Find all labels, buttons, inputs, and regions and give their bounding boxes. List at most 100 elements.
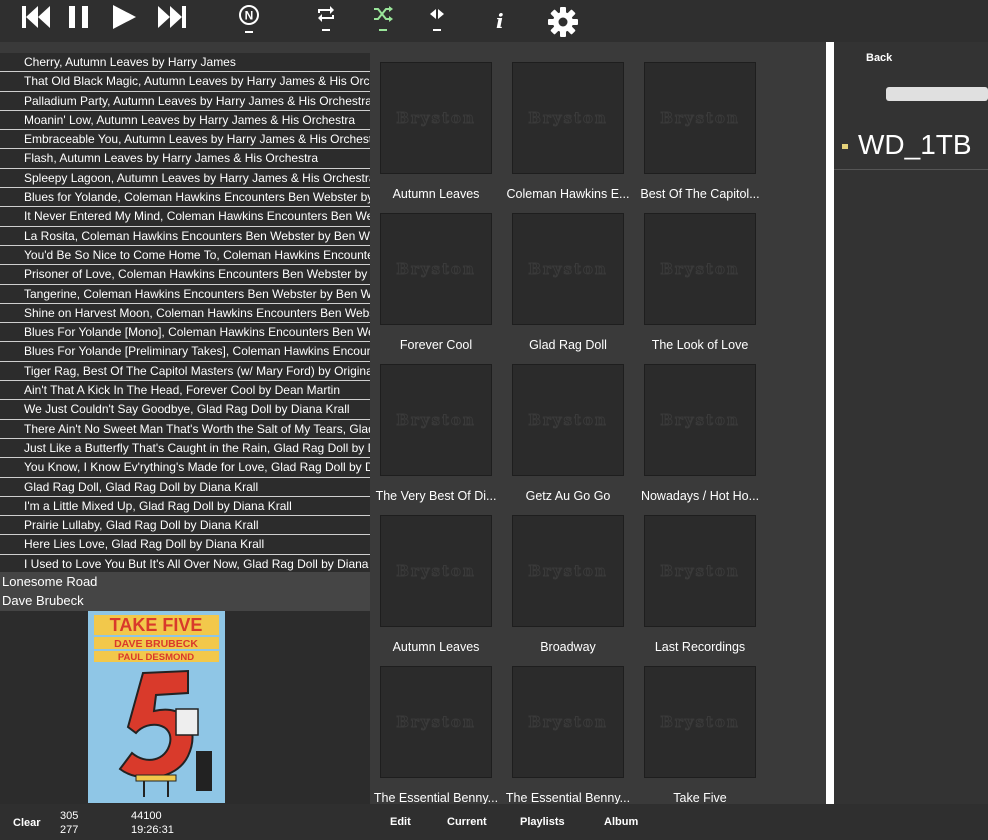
playlist-item[interactable]: Moanin' Low, Autumn Leaves by Harry Jame… [0, 111, 370, 131]
album-title[interactable]: The Essential Benny... [370, 791, 504, 804]
shuffle-toggle[interactable] [372, 4, 394, 38]
drive-item[interactable]: WD_1TB [842, 128, 972, 162]
clock-time: 19:26:31 [131, 824, 174, 836]
album-tile[interactable]: Bryston The Essential Benny... [502, 646, 634, 804]
album-thumbnail[interactable]: Bryston [512, 364, 624, 476]
normalize-toggle[interactable]: N [238, 4, 260, 38]
playlist-item[interactable]: Cherry, Autumn Leaves by Harry James [0, 53, 370, 73]
playlist-item[interactable]: Just Like a Butterfly That's Caught in t… [0, 439, 370, 459]
album-thumbnail[interactable]: Bryston [512, 666, 624, 778]
track-count-remaining: 277 [60, 824, 79, 836]
playlist-item[interactable]: It Never Entered My Mind, Coleman Hawkin… [0, 207, 370, 227]
playlist-item[interactable]: That Old Black Magic, Autumn Leaves by H… [0, 72, 370, 92]
tab-edit[interactable]: Edit [390, 816, 411, 828]
album-thumbnail[interactable]: Bryston [380, 364, 492, 476]
playlist-item[interactable]: Blues For Yolande [Mono], Coleman Hawkin… [0, 323, 370, 343]
playlist-item[interactable]: You Know, I Know Ev'rything's Made for L… [0, 458, 370, 478]
album-tile[interactable]: Bryston Best Of The Capitol... [634, 42, 766, 201]
album-tile[interactable]: Bryston The Very Best Of Di... [370, 344, 502, 503]
normalize-indicator [245, 31, 253, 33]
placeholder-logo: Bryston [528, 713, 608, 732]
playlist-item[interactable]: You'd Be So Nice to Come Home To, Colema… [0, 246, 370, 266]
album-thumbnail[interactable]: Bryston [512, 515, 624, 627]
playlist-item[interactable]: Palladium Party, Autumn Leaves by Harry … [0, 92, 370, 111]
playlist-item[interactable]: Blues for Yolande, Coleman Hawkins Encou… [0, 188, 370, 208]
playlist-item[interactable]: Shine on Harvest Moon, Coleman Hawkins E… [0, 304, 370, 324]
album-tile[interactable]: Bryston Broadway [502, 495, 634, 654]
clear-button[interactable]: Clear [13, 817, 41, 829]
drive-separator [834, 169, 988, 170]
placeholder-logo: Bryston [396, 713, 476, 732]
album-tile[interactable]: Bryston Glad Rag Doll [502, 193, 634, 352]
album-title[interactable]: The Essential Benny... [500, 791, 636, 804]
placeholder-logo: Bryston [660, 411, 740, 430]
album-tile[interactable]: Bryston Nowadays / Hot Ho... [634, 344, 766, 503]
playlist-item[interactable]: Embraceable You, Autumn Leaves by Harry … [0, 130, 370, 150]
placeholder-logo: Bryston [396, 109, 476, 128]
panel-divider[interactable] [826, 42, 834, 804]
pause-button[interactable] [66, 4, 92, 38]
back-button[interactable]: Back [866, 52, 892, 64]
now-playing-title: Lonesome Road [0, 572, 370, 592]
playlist-item[interactable]: Blues For Yolande [Preliminary Takes], C… [0, 342, 370, 362]
album-tile[interactable]: Bryston Autumn Leaves [370, 495, 502, 654]
pause-icon [69, 6, 88, 28]
album-tile[interactable]: Bryston Getz Au Go Go [502, 344, 634, 503]
toolbar: N i [0, 0, 988, 42]
album-thumbnail[interactable]: Bryston [380, 62, 492, 174]
repeat-icon [318, 6, 334, 22]
playlist-item[interactable]: La Rosita, Coleman Hawkins Encounters Be… [0, 227, 370, 246]
placeholder-logo: Bryston [660, 260, 740, 279]
playlist-item[interactable]: Glad Rag Doll, Glad Rag Doll by Diana Kr… [0, 478, 370, 497]
playlist-item[interactable]: Prairie Lullaby, Glad Rag Doll by Diana … [0, 516, 370, 536]
album-tile[interactable]: Bryston Autumn Leaves [370, 42, 502, 201]
previous-track-button[interactable] [20, 4, 52, 38]
normalize-icon: N [239, 5, 259, 25]
playlist-item[interactable]: Tangerine, Coleman Hawkins Encounters Be… [0, 285, 370, 304]
album-thumbnail[interactable]: Bryston [380, 515, 492, 627]
repeat-toggle[interactable] [316, 4, 336, 38]
next-track-icon [158, 6, 186, 28]
album-tile[interactable]: Bryston Forever Cool [370, 193, 502, 352]
tab-current[interactable]: Current [447, 816, 487, 828]
play-button[interactable] [110, 4, 138, 38]
playlist-item[interactable]: I'm a Little Mixed Up, Glad Rag Doll by … [0, 497, 370, 517]
playlist-item[interactable]: There Ain't No Sweet Man That's Worth th… [0, 420, 370, 439]
playlist-item[interactable]: Spleepy Lagoon, Autumn Leaves by Harry J… [0, 169, 370, 189]
tab-album[interactable]: Album [604, 816, 638, 828]
album-thumbnail[interactable]: Bryston [512, 62, 624, 174]
playlist-item[interactable]: Flash, Autumn Leaves by Harry James & Hi… [0, 149, 370, 169]
album-thumbnail[interactable]: Bryston [380, 213, 492, 325]
drive-label: WD_1TB [858, 129, 972, 160]
playlist-item[interactable]: Ain't That A Kick In The Head, Forever C… [0, 381, 370, 401]
album-title[interactable]: Take Five [632, 791, 768, 804]
placeholder-logo: Bryston [396, 411, 476, 430]
playlist-item[interactable]: I Used to Love You But It's All Over Now… [0, 555, 370, 573]
playlist-item[interactable]: Tiger Rag, Best Of The Capitol Masters (… [0, 362, 370, 382]
album-thumbnail[interactable]: Bryston [644, 364, 756, 476]
playlist-item[interactable]: Here Lies Love, Glad Rag Doll by Diana K… [0, 535, 370, 555]
info-button[interactable]: i [496, 9, 504, 43]
album-art-title: TAKE FIVE [110, 615, 203, 635]
sample-rate: 44100 [131, 810, 162, 822]
path-bar [886, 87, 988, 101]
playlist-item[interactable]: Prisoner of Love, Coleman Hawkins Encoun… [0, 265, 370, 285]
settings-button[interactable] [547, 6, 579, 40]
album-thumbnail[interactable]: Bryston [644, 666, 756, 778]
album-thumbnail[interactable]: Bryston [644, 213, 756, 325]
album-tile[interactable]: Bryston Take Five [634, 646, 766, 804]
album-tile[interactable]: Bryston Coleman Hawkins E... [502, 42, 634, 201]
album-tile[interactable]: Bryston The Look of Love [634, 193, 766, 352]
album-thumbnail[interactable]: Bryston [380, 666, 492, 778]
placeholder-logo: Bryston [660, 562, 740, 581]
album-tile[interactable]: Bryston The Essential Benny... [370, 646, 502, 804]
tab-playlists[interactable]: Playlists [520, 816, 565, 828]
playlist-item[interactable]: We Just Couldn't Say Goodbye, Glad Rag D… [0, 400, 370, 420]
album-thumbnail[interactable]: Bryston [512, 213, 624, 325]
album-thumbnail[interactable]: Bryston [644, 515, 756, 627]
album-thumbnail[interactable]: Bryston [644, 62, 756, 174]
placeholder-logo: Bryston [660, 109, 740, 128]
album-tile[interactable]: Bryston Last Recordings [634, 495, 766, 654]
next-track-button[interactable] [156, 4, 188, 38]
balance-toggle[interactable] [428, 4, 446, 38]
